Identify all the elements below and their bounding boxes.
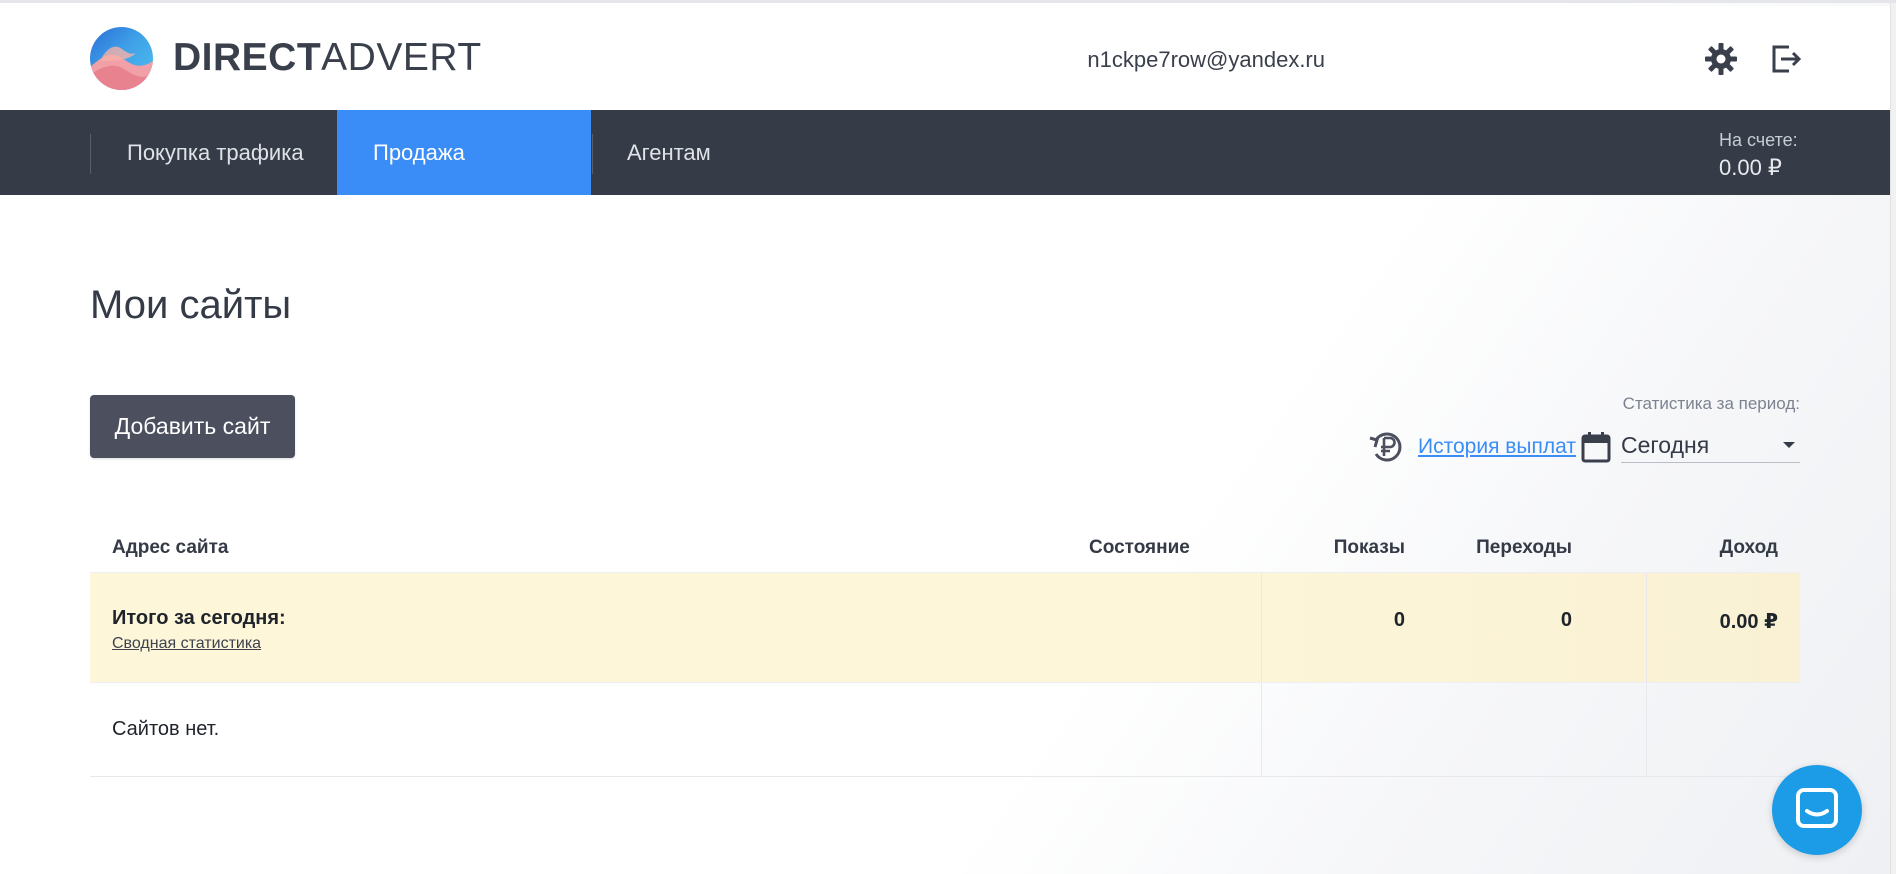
logo-text-light: ADVERT (321, 36, 482, 79)
column-divider (1261, 683, 1262, 776)
page-title: Мои сайты (90, 283, 292, 327)
period-select-value: Сегодня (1621, 432, 1710, 458)
sites-table: Адрес сайта Состояние Показы Переходы До… (90, 513, 1800, 777)
logout-icon[interactable] (1769, 42, 1803, 76)
chat-icon (1796, 788, 1838, 828)
logo[interactable]: DIRECTADVERT (90, 26, 482, 90)
balance-value: 0.00 ₽ (1719, 155, 1782, 180)
nav-item-sell-traffic[interactable]: Продажа трафика (337, 110, 591, 250)
summary-stats-link[interactable]: Сводная статистика (112, 635, 261, 653)
header: DIRECTADVERT n1ckpe7row@yandex.ru (0, 6, 1890, 110)
period-label: Статистика за период: (1622, 394, 1800, 413)
add-site-button[interactable]: Добавить сайт (90, 395, 295, 458)
calendar-icon[interactable] (1581, 431, 1611, 463)
column-divider (1261, 573, 1262, 682)
column-divider (1646, 683, 1647, 776)
user-email[interactable]: n1ckpe7row@yandex.ru (1087, 47, 1325, 73)
chevron-down-icon (1783, 442, 1795, 448)
period-select[interactable]: Сегодня (1621, 427, 1800, 463)
table-header: Адрес сайта Состояние Показы Переходы До… (90, 513, 1800, 573)
page: DIRECTADVERT n1ckpe7row@yandex.ru Покупк… (0, 0, 1896, 874)
table-row-total: Итого за сегодня: Сводная статистика 0 0… (90, 573, 1800, 683)
scrollbar[interactable] (1890, 3, 1896, 874)
balance: На счете: 0.00 ₽ (1719, 130, 1798, 181)
nav-item-agents[interactable]: Агентам (591, 110, 747, 195)
total-shows: 0 (1393, 609, 1405, 631)
gear-icon[interactable] (1704, 42, 1738, 76)
total-income: 0.00 ₽ (1719, 611, 1778, 633)
payout-history-link[interactable]: История выплат (1418, 435, 1576, 459)
ruble-history-icon[interactable] (1368, 429, 1406, 465)
table-row-empty: Сайтов нет. (90, 683, 1800, 777)
empty-state-text: Сайтов нет. (112, 718, 220, 740)
logo-text: DIRECTADVERT (173, 36, 482, 80)
total-title: Итого за сегодня: (112, 607, 286, 629)
column-divider (1646, 573, 1647, 682)
logo-icon (90, 26, 153, 90)
logo-text-bold: DIRECT (173, 36, 322, 79)
chat-button[interactable] (1772, 765, 1862, 855)
nav-item-buy-traffic[interactable]: Покупка трафика (91, 110, 340, 195)
main-nav: Покупка трафика Продажа трафика Агентам … (0, 110, 1890, 250)
balance-label: На счете: (1719, 130, 1798, 150)
total-clicks: 0 (1560, 609, 1572, 631)
